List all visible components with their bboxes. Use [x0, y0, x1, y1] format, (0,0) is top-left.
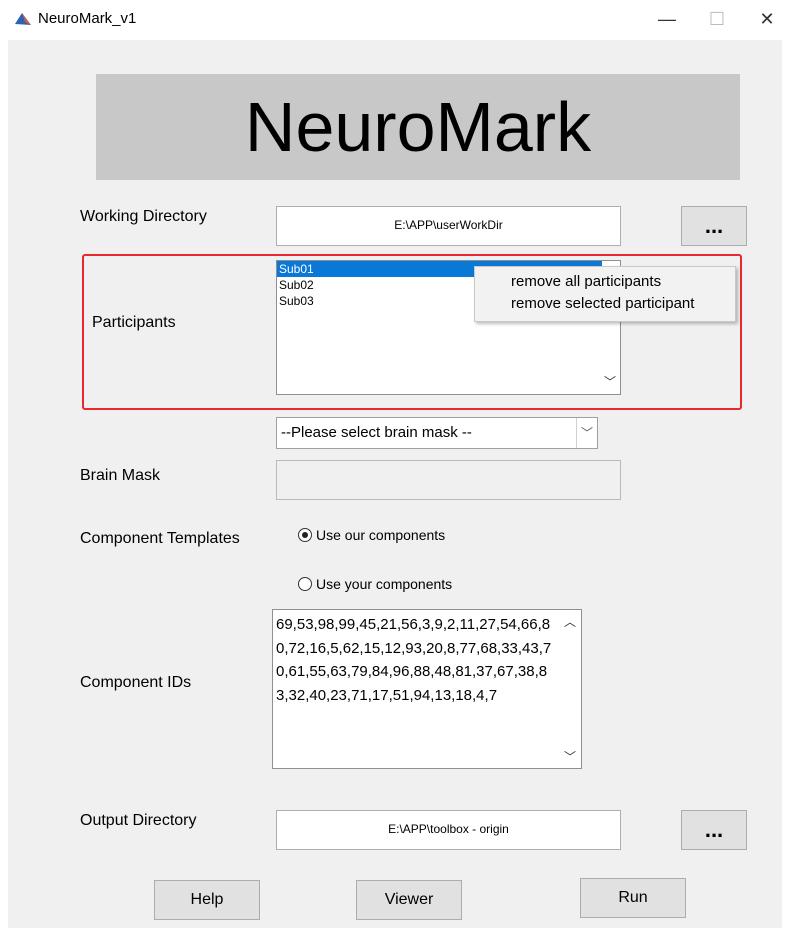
participants-context-menu: remove all participants remove selected …	[474, 266, 736, 322]
brain-mask-select[interactable]: --Please select brain mask -- ﹀	[276, 417, 598, 449]
component-ids-textarea[interactable]: 69,53,98,99,45,21,56,3,9,2,11,27,54,66,8…	[272, 609, 582, 769]
menu-remove-all-participants[interactable]: remove all participants	[475, 271, 735, 293]
radio-use-your-components-label: Use your components	[316, 576, 453, 592]
chevron-down-icon[interactable]: ﹀	[576, 418, 597, 448]
title-bar: NeuroMark_v1 — ☐ ✕	[0, 0, 790, 40]
maximize-icon[interactable]: ☐	[702, 6, 732, 32]
radio-use-our-components[interactable]: Use our components	[298, 527, 445, 543]
matlab-icon	[15, 13, 31, 25]
radio-use-our-components-label: Use our components	[316, 527, 446, 543]
radio-checked-icon[interactable]	[298, 528, 312, 542]
output-directory-label: Output Directory	[80, 812, 197, 829]
chevron-down-icon[interactable]: ﹀	[564, 748, 576, 765]
window-title: NeuroMark_v1	[38, 10, 137, 27]
output-directory-browse-button[interactable]: ...	[681, 810, 747, 850]
component-ids-scrollbar[interactable]: ︿ ﹀	[561, 610, 581, 768]
radio-unchecked-icon[interactable]	[298, 577, 312, 591]
output-directory-field[interactable]: E:\APP\toolbox - origin	[276, 810, 621, 850]
chevron-down-icon[interactable]: ﹀	[604, 373, 616, 390]
close-icon[interactable]: ✕	[752, 6, 782, 32]
main-panel: NeuroMark Working Directory E:\APP\userW…	[8, 40, 782, 928]
minimize-icon[interactable]: —	[652, 6, 682, 32]
radio-use-your-components[interactable]: Use your components	[298, 576, 452, 592]
component-ids-label: Component IDs	[80, 674, 192, 691]
run-button[interactable]: Run	[580, 878, 686, 918]
chevron-up-icon[interactable]: ︿	[564, 613, 576, 630]
brain-mask-label: Brain Mask	[80, 467, 161, 484]
brain-mask-field[interactable]	[276, 460, 621, 500]
working-directory-label: Working Directory	[80, 208, 207, 225]
participants-label: Participants	[92, 314, 176, 331]
app-banner: NeuroMark	[96, 74, 740, 180]
component-templates-label: Component Templates	[80, 530, 240, 547]
viewer-button[interactable]: Viewer	[356, 880, 462, 920]
component-ids-text: 69,53,98,99,45,21,56,3,9,2,11,27,54,66,8…	[276, 616, 552, 704]
brain-mask-select-value: --Please select brain mask --	[281, 424, 472, 441]
help-button[interactable]: Help	[154, 880, 260, 920]
menu-remove-selected-participant[interactable]: remove selected participant	[475, 293, 735, 315]
working-directory-field[interactable]: E:\APP\userWorkDir	[276, 206, 621, 246]
working-directory-browse-button[interactable]: ...	[681, 206, 747, 246]
